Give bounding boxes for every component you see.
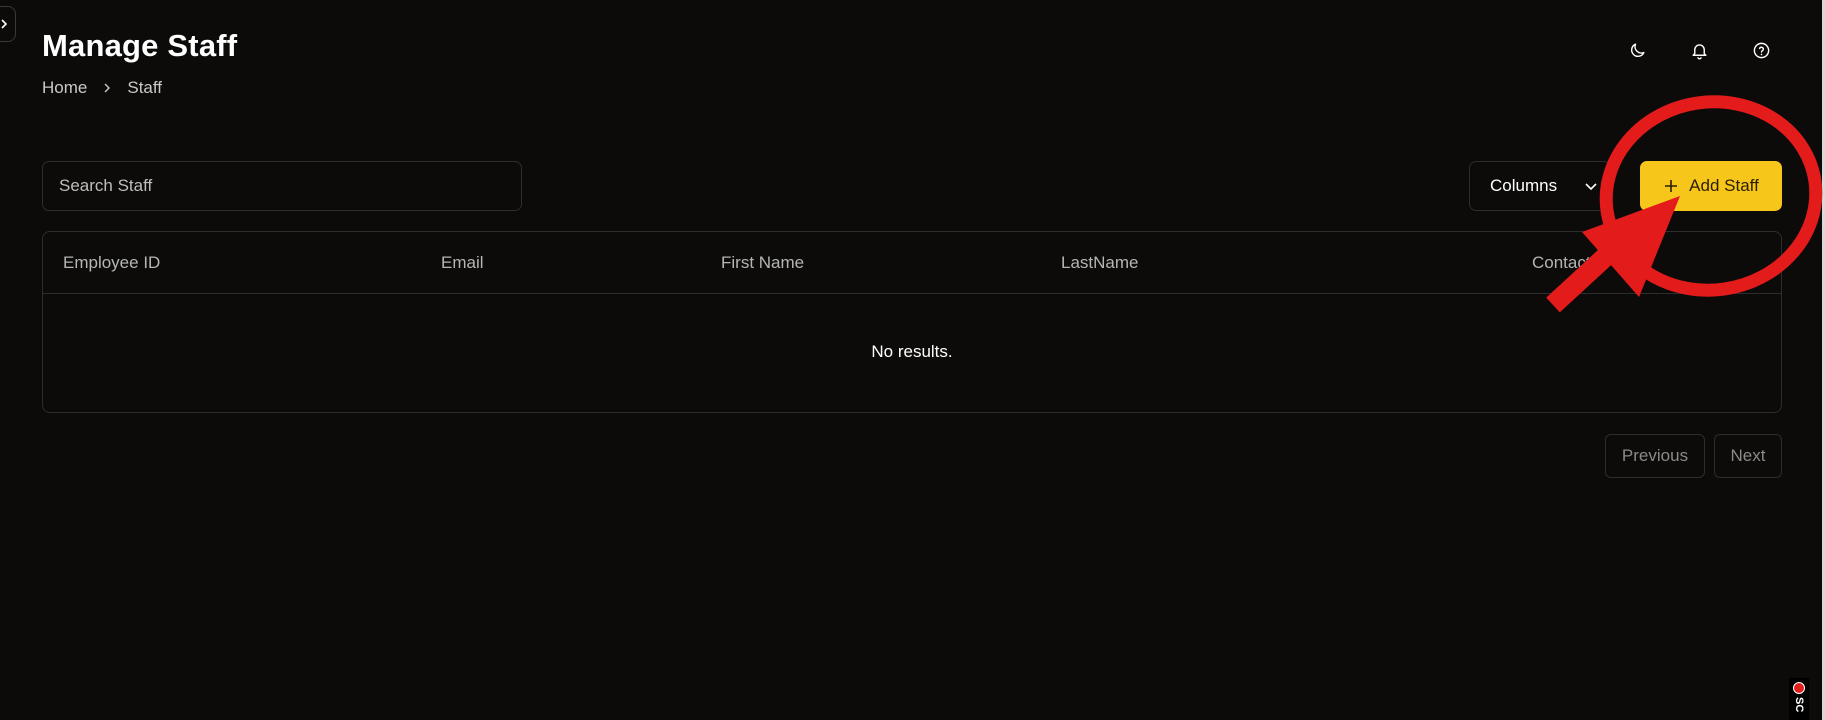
theme-toggle-button[interactable] [1625, 38, 1649, 62]
help-circle-icon [1753, 42, 1769, 58]
breadcrumb-current: Staff [127, 78, 163, 97]
breadcrumb-home-link[interactable]: Home [42, 78, 87, 98]
search-input[interactable] [42, 161, 522, 211]
recording-indicator: SC [1789, 678, 1809, 720]
column-header-employee-id[interactable]: Employee ID [63, 253, 160, 273]
help-button[interactable] [1749, 38, 1773, 62]
column-header-email[interactable]: Email [441, 253, 484, 273]
next-page-button[interactable]: Next [1714, 434, 1782, 478]
chevron-down-icon [1585, 183, 1597, 191]
plus-icon [1665, 180, 1678, 192]
column-header-contact[interactable]: Contact [1532, 253, 1591, 273]
staff-table: Employee ID Email First Name LastName Co… [42, 231, 1782, 413]
table-header-row: Employee ID Email First Name LastName Co… [43, 232, 1781, 294]
chevron-right-icon [1, 19, 8, 29]
record-dot-icon [1793, 682, 1805, 694]
header-actions [1625, 38, 1773, 62]
previous-page-button[interactable]: Previous [1605, 434, 1705, 478]
bell-icon [1691, 43, 1707, 59]
column-header-first-name[interactable]: First Name [721, 253, 804, 273]
column-header-last-name[interactable]: LastName [1061, 253, 1138, 273]
chevron-right-icon [104, 83, 111, 93]
recording-label: SC [1793, 697, 1805, 713]
add-staff-button[interactable]: Add Staff [1640, 161, 1782, 211]
page: Manage Staff Home Staff Search Staff Col… [0, 0, 1825, 720]
sidebar-toggle-button[interactable] [0, 6, 16, 42]
add-staff-label: Add Staff [1689, 176, 1759, 195]
columns-label: Columns [1490, 176, 1558, 195]
page-title: Manage Staff [42, 28, 238, 63]
moon-icon [1630, 42, 1645, 57]
columns-dropdown-button[interactable]: Columns [1469, 161, 1611, 211]
empty-state-message: No results. [871, 342, 953, 361]
breadcrumb: Home Staff [42, 78, 162, 98]
notifications-button[interactable] [1687, 38, 1711, 62]
